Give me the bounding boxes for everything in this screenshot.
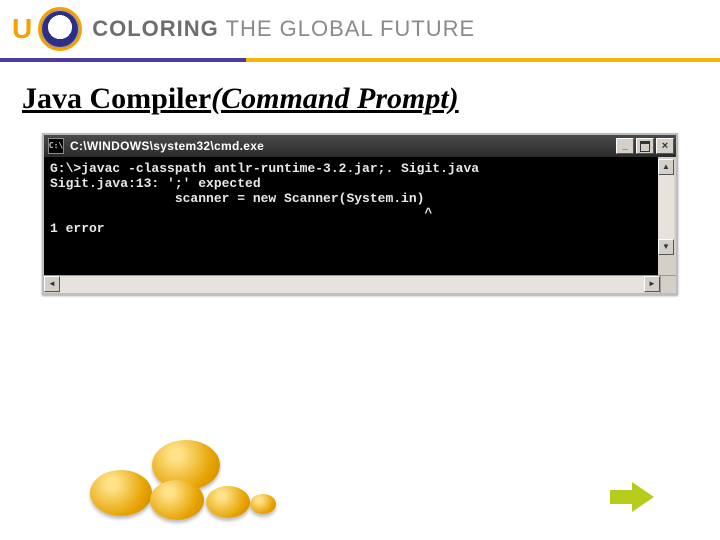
- next-slide-button[interactable]: [610, 482, 654, 512]
- horizontal-scrollbar[interactable]: ◄ ►: [44, 275, 676, 293]
- brand-logo: U: [12, 7, 82, 51]
- close-button[interactable]: ×: [656, 138, 674, 154]
- maximize-button[interactable]: [636, 138, 654, 154]
- minimize-button[interactable]: _: [616, 138, 634, 154]
- vertical-scrollbar[interactable]: ▲ ▼: [658, 159, 674, 255]
- logo-letter: U: [12, 15, 32, 43]
- scroll-corner: [660, 276, 676, 293]
- arrow-right-icon: [632, 482, 654, 512]
- decorative-blobs-icon: [90, 436, 280, 526]
- cmd-titlebar: C:\ C:\WINDOWS\system32\cmd.exe _ ×: [44, 135, 676, 157]
- slide-title: Java Compiler (Command Prompt): [22, 82, 720, 115]
- banner-tagline: COLORING THE GLOBAL FUTURE: [92, 18, 475, 40]
- scroll-right-button[interactable]: ►: [644, 276, 660, 292]
- banner: U COLORING THE GLOBAL FUTURE: [0, 0, 720, 58]
- cmd-title-text: C:\WINDOWS\system32\cmd.exe: [70, 140, 614, 152]
- scroll-track[interactable]: [658, 175, 674, 239]
- cmd-icon: C:\: [48, 138, 64, 154]
- cmd-output: G:\>javac -classpath antlr-runtime-3.2.j…: [44, 157, 676, 275]
- arrow-right-icon: [610, 490, 632, 504]
- banner-rules: [0, 58, 720, 68]
- scroll-down-button[interactable]: ▼: [658, 239, 674, 255]
- logo-emblem-icon: [38, 7, 82, 51]
- scroll-track[interactable]: [60, 276, 644, 293]
- scroll-up-button[interactable]: ▲: [658, 159, 674, 175]
- scroll-left-button[interactable]: ◄: [44, 276, 60, 292]
- cmd-window: C:\ C:\WINDOWS\system32\cmd.exe _ × G:\>…: [42, 133, 678, 295]
